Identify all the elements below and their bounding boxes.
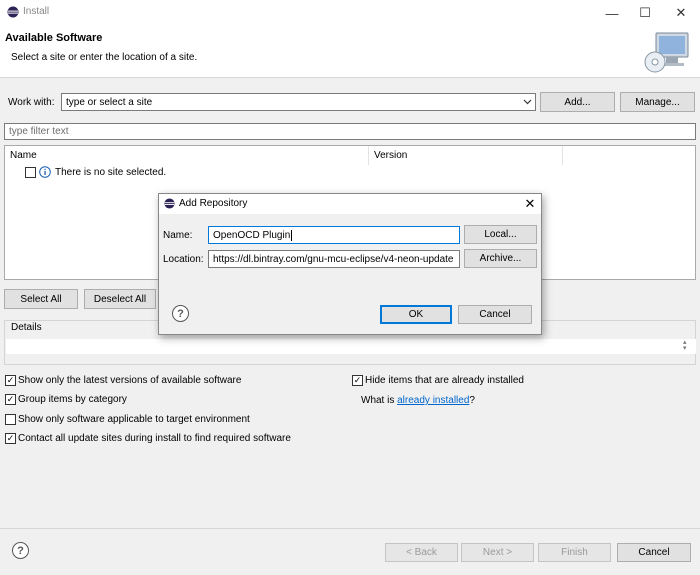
eclipse-logo-icon (7, 6, 19, 18)
group-by-category-checkbox[interactable]: ✓ (5, 394, 16, 405)
deselect-all-button[interactable]: Deselect All (84, 289, 156, 309)
manage-sites-button[interactable]: Manage... (620, 92, 695, 112)
contact-all-sites-checkbox[interactable]: ✓ (5, 433, 16, 444)
close-icon: ✕ (524, 196, 536, 211)
maximize-button[interactable]: ☐ (628, 0, 662, 26)
finish-button[interactable]: Finish (538, 543, 611, 562)
dialog-close-button[interactable]: ✕ (521, 195, 539, 213)
close-icon: ✕ (675, 5, 687, 20)
eclipse-logo-icon (164, 198, 175, 209)
footer-separator (0, 528, 700, 529)
table-row-checkbox[interactable] (25, 167, 36, 178)
dialog-titlebar: Add Repository ✕ (159, 194, 541, 214)
help-icon[interactable]: ? (12, 542, 29, 559)
install-wizard-icon (644, 32, 689, 73)
local-button[interactable]: Local... (464, 225, 537, 244)
filter-input[interactable]: type filter text (4, 123, 696, 140)
close-button[interactable]: ✕ (664, 0, 698, 26)
target-environment-label: Show only software applicable to target … (18, 414, 250, 425)
what-is-suffix: ? (469, 395, 475, 406)
ok-button[interactable]: OK (380, 305, 452, 324)
latest-versions-checkbox[interactable]: ✓ (5, 375, 16, 386)
name-label: Name: (163, 230, 193, 241)
add-repository-dialog: Add Repository ✕ Name: OpenOCD Plugin Lo… (158, 193, 542, 335)
info-icon (39, 166, 51, 178)
text-cursor (291, 229, 293, 241)
latest-versions-label: Show only the latest versions of availab… (18, 375, 242, 386)
minimize-button[interactable]: — (595, 0, 629, 26)
column-header-name[interactable]: Name (5, 146, 369, 165)
what-is-prefix: What is (361, 395, 398, 406)
repository-location-input[interactable]: https://dl.bintray.com/gnu-mcu-eclipse/v… (208, 250, 460, 268)
contact-all-sites-label: Contact all update sites during install … (18, 433, 291, 444)
work-with-combo[interactable]: type or select a site (61, 93, 536, 111)
page-subtitle: Select a site or enter the location of a… (11, 52, 198, 63)
back-button[interactable]: < Back (385, 543, 458, 562)
already-installed-link[interactable]: already installed (397, 395, 469, 406)
window-title: Install (23, 6, 50, 17)
details-text-area[interactable] (6, 339, 696, 354)
group-by-category-label: Group items by category (18, 394, 127, 405)
window-titlebar: Install — ☐ ✕ (0, 0, 700, 26)
wizard-header: Available Software Select a site or ente… (0, 26, 700, 78)
target-environment-checkbox[interactable] (5, 414, 16, 425)
maximize-icon: ☐ (639, 5, 651, 20)
repository-name-value: OpenOCD Plugin (213, 229, 291, 241)
column-header-version[interactable]: Version (369, 146, 563, 165)
add-site-button[interactable]: Add... (540, 92, 615, 112)
hide-installed-label: Hide items that are already installed (365, 375, 524, 386)
what-is-installed-text: What is already installed? (361, 395, 475, 406)
hide-installed-checkbox[interactable]: ✓ (352, 375, 363, 386)
next-button[interactable]: Next > (461, 543, 534, 562)
details-label: Details (11, 322, 42, 333)
archive-button[interactable]: Archive... (464, 249, 537, 268)
work-with-label: Work with: (8, 97, 55, 108)
page-title: Available Software (5, 32, 103, 44)
dialog-title: Add Repository (179, 198, 248, 209)
repository-name-input[interactable]: OpenOCD Plugin (208, 226, 460, 244)
dialog-help-icon[interactable]: ? (172, 305, 189, 322)
dialog-cancel-button[interactable]: Cancel (458, 305, 532, 324)
chevron-down-icon[interactable] (523, 99, 532, 105)
work-with-value: type or select a site (66, 96, 153, 108)
select-all-button[interactable]: Select All (4, 289, 78, 309)
details-scroll-arrows-icon[interactable]: ▴ ▾ (683, 339, 687, 352)
empty-table-message: There is no site selected. (55, 167, 167, 178)
location-label: Location: (163, 254, 204, 265)
minimize-icon: — (605, 5, 619, 21)
cancel-button[interactable]: Cancel (617, 543, 691, 562)
